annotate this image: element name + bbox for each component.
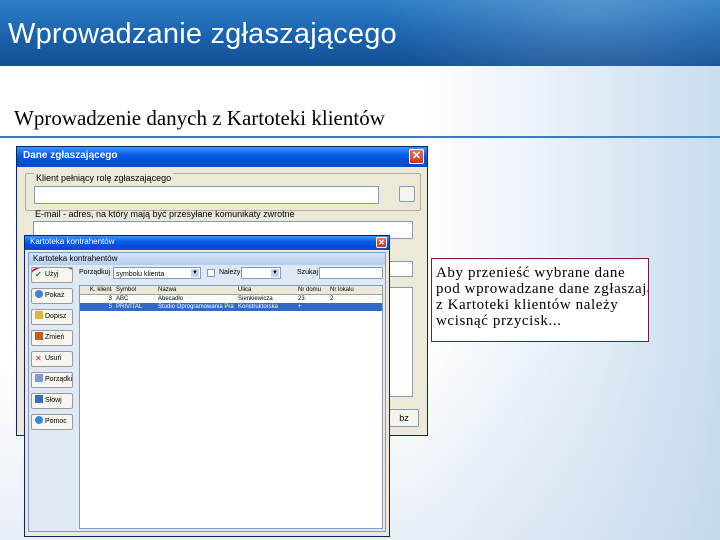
include-checkbox[interactable]	[207, 269, 215, 277]
window-titlebar[interactable]: Kartoteka kontrahentów ✕	[25, 236, 389, 250]
table-cell: +	[298, 304, 302, 310]
column-header[interactable]: Ulica	[238, 286, 294, 294]
include-label: Należy	[219, 269, 241, 276]
column-header[interactable]: Nr domu	[298, 286, 326, 294]
table-cell: Konstruktorska	[238, 304, 279, 310]
window-title: Dane zgłaszającego	[23, 150, 118, 161]
side-button[interactable]: bz	[389, 409, 419, 427]
highlight-ring	[32, 268, 72, 282]
panel-title: Kartoteka kontrahentów	[29, 253, 385, 265]
dictionary-icon	[35, 395, 43, 403]
callout-line: pod wprowadzane dane zgłaszającego	[436, 281, 648, 297]
dictionary-button[interactable]: Słowj	[31, 393, 73, 409]
add-button[interactable]: Dopisz	[31, 309, 73, 325]
table-cell: 3	[108, 296, 112, 302]
table-cell: PRIVITAL	[116, 304, 143, 310]
instruction-callout: Aby przenieść wybrane dane pod wprowadza…	[431, 258, 649, 342]
edit-button-label: Zmień	[45, 334, 65, 341]
close-icon[interactable]: ✕	[376, 237, 387, 248]
edit-icon	[35, 332, 43, 340]
callout-line: wcisnąć przycisk...	[436, 313, 562, 329]
add-button-label: Dopisz	[45, 313, 67, 320]
table-cell: ABC	[116, 296, 129, 302]
kartoteka-panel: Kartoteka kontrahentów ✔ Użyj Pokaż Dopis…	[28, 252, 386, 532]
help-button[interactable]: Pomoc	[31, 414, 73, 430]
clients-table: K. klienta Symbol Nazwa Ulica Nr domu Nr…	[79, 285, 383, 529]
dictionary-button-label: Słowj	[45, 397, 62, 404]
sort-label: Porządkuj	[79, 269, 111, 276]
slide-header: Wprowadzanie zgłaszającego	[0, 0, 720, 66]
column-header[interactable]: K. klienta	[90, 286, 112, 294]
window-titlebar[interactable]: Dane zgłaszającego ✕	[17, 147, 427, 167]
kartoteka-kontrahentow-window: Kartoteka kontrahentów ✕ Kartoteka kontr…	[24, 235, 390, 537]
delete-icon: ✕	[35, 354, 42, 363]
table-cell: Abecadło	[158, 296, 184, 302]
delete-button[interactable]: ✕ Usuń	[31, 351, 73, 367]
column-header[interactable]: Symbol	[116, 286, 154, 294]
help-icon	[35, 416, 43, 424]
column-header[interactable]: Nr lokalu	[330, 286, 360, 294]
subtitle-divider	[0, 136, 720, 138]
table-row[interactable]: 3 ABC Abecadło Sienkiewicza 23 2	[80, 295, 382, 303]
table-row-selected[interactable]: 5 PRIVITAL Studio Oprogramowania Praktek…	[80, 303, 382, 311]
table-cell: 5	[108, 304, 112, 310]
callout-line: z Kartoteki klientów należy	[436, 297, 619, 313]
column-header[interactable]: Nazwa	[158, 286, 234, 294]
action-buttons: ✔ Użyj Pokaż Dopisz Zmień ✕ Usuń Porządki …	[31, 267, 75, 435]
table-header: K. klienta Symbol Nazwa Ulica Nr domu Nr…	[80, 286, 382, 295]
close-icon[interactable]: ✕	[409, 149, 424, 164]
sort-button-label: Porządki	[45, 376, 73, 383]
search-input[interactable]	[319, 267, 383, 279]
show-button-label: Pokaż	[45, 292, 65, 299]
view-icon	[35, 290, 43, 298]
sort-select[interactable]: symbolu klienta ▼	[113, 267, 201, 279]
table-cell: 23	[298, 296, 305, 302]
side-button-label: bz	[399, 413, 409, 423]
client-field[interactable]	[34, 186, 379, 204]
table-cell: 2	[330, 296, 334, 302]
side-field[interactable]	[389, 261, 413, 277]
callout-line: Aby przenieść wybrane dane	[436, 265, 626, 281]
show-button[interactable]: Pokaż	[31, 288, 73, 304]
use-button[interactable]: ✔ Użyj	[31, 267, 73, 283]
help-button-label: Pomoc	[45, 418, 67, 425]
table-cell: Sienkiewicza	[238, 296, 273, 302]
chevron-down-icon[interactable]: ▼	[271, 269, 279, 277]
add-icon	[35, 311, 43, 319]
sort-icon	[35, 374, 43, 382]
search-label: Szukaj	[297, 269, 319, 276]
table-cell: Studio Oprogramowania Praktek sc	[158, 304, 234, 310]
slide-title: Wprowadzanie zgłaszającego	[8, 18, 397, 50]
client-legend: Klient pełniący rolę zgłaszającego	[34, 173, 174, 183]
sort-button[interactable]: Porządki	[31, 372, 73, 388]
slide-subtitle: Wprowadzenie danych z Kartoteki klientów	[14, 106, 385, 130]
edit-button[interactable]: Zmień	[31, 330, 73, 346]
chevron-down-icon[interactable]: ▼	[191, 269, 199, 277]
window-title: Kartoteka kontrahentów	[30, 237, 115, 246]
filter-row: Porządkuj symbolu klienta ▼ Należy ▼ Szu…	[79, 267, 383, 281]
client-groupbox: Klient pełniący rolę zgłaszającego	[25, 173, 421, 211]
email-label: E-mail - adres, na który mają być przesy…	[35, 209, 295, 219]
sort-select-value: symbolu klienta	[116, 271, 165, 278]
include-select[interactable]: ▼	[241, 267, 281, 279]
pick-client-button[interactable]	[399, 186, 415, 202]
side-textarea[interactable]	[389, 287, 413, 397]
delete-button-label: Usuń	[45, 355, 62, 362]
